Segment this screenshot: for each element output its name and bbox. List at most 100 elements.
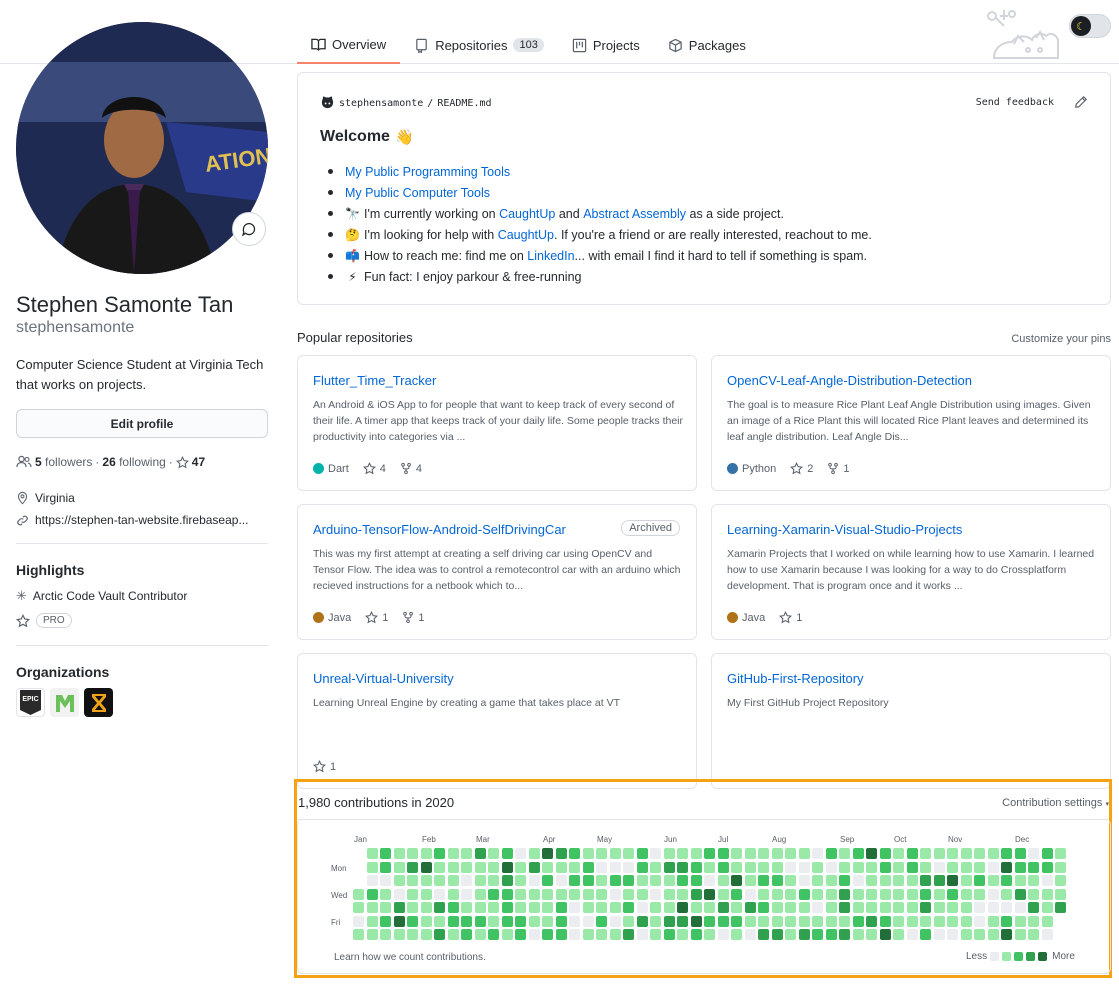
- contribution-day-cell[interactable]: [461, 929, 472, 940]
- contribution-day-cell[interactable]: [393, 848, 405, 859]
- contribution-day-cell[interactable]: [407, 915, 418, 927]
- contribution-day-cell[interactable]: [717, 861, 729, 873]
- contribution-day-cell[interactable]: [447, 902, 459, 913]
- contribution-day-cell[interactable]: [663, 861, 675, 873]
- repo-name-link[interactable]: GitHub-First-Repository: [727, 671, 864, 686]
- contribution-day-cell[interactable]: [407, 861, 418, 873]
- contribution-day-cell[interactable]: [933, 888, 945, 900]
- contribution-day-cell[interactable]: [650, 902, 661, 913]
- contribution-day-cell[interactable]: [582, 888, 594, 900]
- contribution-day-cell[interactable]: [623, 861, 634, 873]
- contribution-day-cell[interactable]: [420, 902, 432, 913]
- contribution-day-cell[interactable]: [704, 888, 715, 900]
- contribution-day-cell[interactable]: [663, 875, 675, 886]
- contribution-day-cell[interactable]: [906, 888, 918, 900]
- contribution-day-cell[interactable]: [353, 929, 364, 940]
- contribution-day-cell[interactable]: [825, 875, 837, 886]
- contribution-day-cell[interactable]: [758, 929, 769, 940]
- contribution-day-cell[interactable]: [893, 915, 904, 927]
- contribution-day-cell[interactable]: [947, 848, 958, 859]
- contribution-day-cell[interactable]: [434, 902, 445, 913]
- contribution-day-cell[interactable]: [852, 888, 864, 900]
- contribution-day-cell[interactable]: [704, 915, 715, 927]
- contribution-day-cell[interactable]: [1001, 929, 1012, 940]
- contribution-day-cell[interactable]: [906, 915, 918, 927]
- contribution-day-cell[interactable]: [947, 915, 958, 927]
- contribution-day-cell[interactable]: [501, 888, 513, 900]
- repo-name-link[interactable]: Arduino-TensorFlow-Android-SelfDrivingCa…: [313, 522, 566, 537]
- highlight-arctic-vault[interactable]: ✳ Arctic Code Vault Contributor: [16, 588, 187, 604]
- contribution-day-cell[interactable]: [893, 848, 904, 859]
- contribution-day-cell[interactable]: [933, 929, 945, 940]
- contribution-day-cell[interactable]: [650, 888, 661, 900]
- contribution-day-cell[interactable]: [407, 875, 418, 886]
- contribution-day-cell[interactable]: [798, 848, 810, 859]
- contribution-day-cell[interactable]: [447, 888, 459, 900]
- theme-toggle[interactable]: ☾: [1069, 14, 1111, 38]
- contribution-day-cell[interactable]: [758, 902, 769, 913]
- contribution-day-cell[interactable]: [1001, 861, 1012, 873]
- contribution-day-cell[interactable]: [380, 848, 391, 859]
- contribution-day-cell[interactable]: [636, 848, 648, 859]
- contribution-day-cell[interactable]: [1041, 915, 1053, 927]
- contribution-day-cell[interactable]: [920, 861, 931, 873]
- contribution-day-cell[interactable]: [906, 902, 918, 913]
- contribution-day-cell[interactable]: [933, 902, 945, 913]
- contribution-day-cell[interactable]: [1001, 915, 1012, 927]
- contribution-day-cell[interactable]: [879, 902, 891, 913]
- contribution-day-cell[interactable]: [636, 902, 648, 913]
- contribution-day-cell[interactable]: [582, 929, 594, 940]
- contribution-day-cell[interactable]: [596, 888, 607, 900]
- contribution-day-cell[interactable]: [596, 902, 607, 913]
- contribution-day-cell[interactable]: [1041, 848, 1053, 859]
- contribution-day-cell[interactable]: [1028, 848, 1039, 859]
- contribution-day-cell[interactable]: [812, 929, 823, 940]
- contribution-day-cell[interactable]: [501, 848, 513, 859]
- contribution-day-cell[interactable]: [515, 929, 526, 940]
- contribution-day-cell[interactable]: [542, 861, 553, 873]
- contribution-day-cell[interactable]: [1055, 848, 1066, 859]
- contribution-day-cell[interactable]: [906, 848, 918, 859]
- contribution-day-cell[interactable]: [731, 848, 742, 859]
- org-hourglass[interactable]: [84, 688, 113, 717]
- contribution-day-cell[interactable]: [420, 848, 432, 859]
- contribution-day-cell[interactable]: [380, 861, 391, 873]
- contribution-day-cell[interactable]: [474, 902, 486, 913]
- contribution-day-cell[interactable]: [555, 848, 567, 859]
- contribution-day-cell[interactable]: [366, 888, 378, 900]
- contribution-day-cell[interactable]: [960, 902, 972, 913]
- contribution-day-cell[interactable]: [866, 875, 877, 886]
- contribution-day-cell[interactable]: [555, 915, 567, 927]
- contribution-day-cell[interactable]: [933, 915, 945, 927]
- contribution-day-cell[interactable]: [731, 875, 742, 886]
- contribution-settings-dropdown[interactable]: Contribution settings ▾: [1002, 797, 1109, 809]
- contribution-day-cell[interactable]: [555, 861, 567, 873]
- contribution-day-cell[interactable]: [1028, 888, 1039, 900]
- contribution-day-cell[interactable]: [798, 902, 810, 913]
- contribution-day-cell[interactable]: [393, 888, 405, 900]
- tab-overview[interactable]: Overview: [297, 26, 401, 64]
- contribution-day-cell[interactable]: [960, 875, 972, 886]
- contribution-day-cell[interactable]: [839, 888, 850, 900]
- contribution-day-cell[interactable]: [960, 861, 972, 873]
- contribution-day-cell[interactable]: [582, 848, 594, 859]
- readme-link[interactable]: CaughtUp: [499, 207, 555, 221]
- contribution-day-cell[interactable]: [366, 915, 378, 927]
- contribution-day-cell[interactable]: [852, 902, 864, 913]
- contribution-day-cell[interactable]: [920, 915, 931, 927]
- repo-name-link[interactable]: Learning-Xamarin-Visual-Studio-Projects: [727, 522, 962, 537]
- contribution-day-cell[interactable]: [690, 861, 702, 873]
- contribution-day-cell[interactable]: [1001, 848, 1012, 859]
- contribution-day-cell[interactable]: [960, 848, 972, 859]
- contribution-day-cell[interactable]: [515, 902, 526, 913]
- contribution-day-cell[interactable]: [447, 861, 459, 873]
- contribution-day-cell[interactable]: [825, 929, 837, 940]
- contribution-day-cell[interactable]: [501, 875, 513, 886]
- contribution-day-cell[interactable]: [474, 915, 486, 927]
- contribution-day-cell[interactable]: [609, 875, 621, 886]
- contribution-day-cell[interactable]: [569, 848, 580, 859]
- contribution-day-cell[interactable]: [1014, 915, 1026, 927]
- contribution-day-cell[interactable]: [596, 848, 607, 859]
- contribution-day-cell[interactable]: [488, 875, 499, 886]
- contribution-day-cell[interactable]: [636, 861, 648, 873]
